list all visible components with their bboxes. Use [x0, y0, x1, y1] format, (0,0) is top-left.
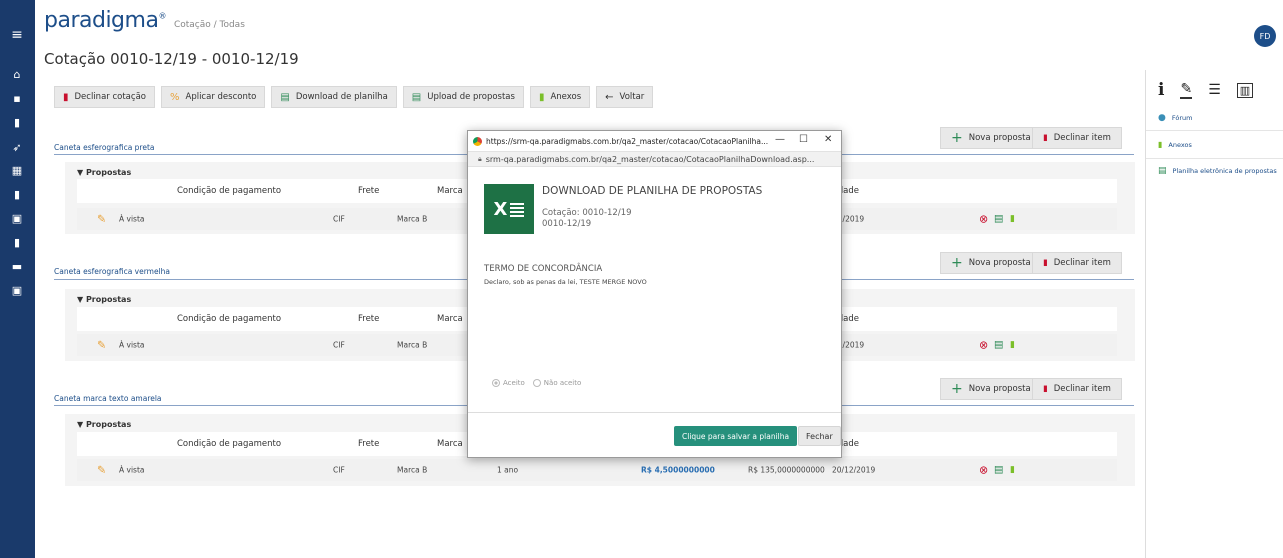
trash-icon: ▮	[1043, 258, 1048, 268]
spreadsheet-icon: ▤	[280, 91, 290, 103]
list-icon[interactable]: ☰	[1208, 82, 1221, 98]
phone-icon[interactable]: ▮	[8, 186, 26, 202]
proposals-toggle[interactable]: ▼ Propostas	[77, 420, 131, 429]
address-bar[interactable]: 🔒︎ srm-qa.paradigmabs.com.br/qa2_master/…	[468, 151, 841, 167]
left-nav: ≡ ⌂ ▪ ▮ ➶ ▦ ▮ ▣ ▮ ▬ ▣	[0, 0, 35, 558]
paperclip-icon[interactable]: ▮	[1010, 340, 1015, 350]
card-icon[interactable]: ▬	[8, 258, 26, 274]
item-title[interactable]: Caneta esferografica vermelha	[54, 267, 170, 276]
back-button[interactable]: ← Voltar	[596, 86, 654, 108]
cancel-icon[interactable]: ⊗	[979, 464, 988, 477]
toolbar: ▮ Declinar cotação % Aplicar desconto ▤ Dow…	[54, 86, 654, 108]
wrench-icon[interactable]: ✎	[1180, 81, 1193, 99]
paperclip-icon[interactable]: ▮	[1010, 465, 1015, 475]
lock-icon: 🔒︎	[478, 154, 482, 163]
cancel-icon[interactable]: ⊗	[979, 213, 988, 226]
proposals-toggle[interactable]: ▼ Propostas	[77, 295, 131, 304]
popup-body: X DOWNLOAD DE PLANILHA DE PROPOSTAS Cota…	[468, 168, 841, 412]
breadcrumb[interactable]: Cotação / Todas	[174, 20, 245, 30]
popup-footer: Clique para salvar a planilha Fechar	[468, 412, 841, 457]
menu-icon[interactable]: ≡	[8, 27, 26, 43]
upload-proposals-button[interactable]: ▤ Upload de propostas	[402, 86, 524, 108]
new-proposal-button[interactable]: + Nova proposta	[940, 127, 1042, 149]
download-popup-window: https://srm-qa.paradigmabs.com.br/qa2_ma…	[467, 130, 842, 458]
edit-icon[interactable]: ✎	[97, 339, 106, 352]
not-accept-radio[interactable]: Não aceito	[532, 379, 581, 387]
window-titlebar: https://srm-qa.paradigmabs.com.br/qa2_ma…	[468, 131, 841, 151]
spreadsheet-icon: ▤	[1158, 166, 1167, 176]
excel-icon: X	[484, 184, 534, 234]
avatar[interactable]: FD	[1254, 25, 1276, 47]
plus-icon: +	[951, 255, 963, 271]
radio-empty-icon	[532, 379, 541, 387]
trash-icon: ▮	[1043, 384, 1048, 394]
logo[interactable]: paradigma®	[44, 8, 166, 33]
chat-icon: ●	[1158, 113, 1166, 123]
grid-icon[interactable]: ▦	[8, 162, 26, 178]
accept-radio[interactable]: Aceito	[492, 379, 525, 387]
download-spreadsheet-button[interactable]: ▤ Download de planilha	[271, 86, 397, 108]
new-proposal-button[interactable]: + Nova proposta	[940, 252, 1042, 274]
right-panel: i ✎ ☰ ▥ ● Fórum ▮ Anexos ▤ Planilha eletrôn…	[1145, 70, 1283, 558]
edit-icon[interactable]: ✎	[97, 464, 106, 477]
minimize-button[interactable]: —	[775, 134, 785, 145]
paperclip-icon: ▮	[538, 91, 545, 103]
decline-quote-button[interactable]: ▮ Declinar cotação	[54, 86, 155, 108]
calculator-icon[interactable]: ▣	[8, 210, 26, 226]
gavel-icon[interactable]: ➶	[8, 139, 26, 155]
popup-heading: DOWNLOAD DE PLANILHA DE PROPOSTAS	[542, 185, 763, 197]
percent-icon: %	[169, 91, 180, 103]
quote-number: Cotação: 0010-12/19	[542, 208, 632, 218]
document-icon[interactable]: ▮	[8, 114, 26, 130]
spreadsheet-icon[interactable]: ▤	[994, 465, 1003, 476]
page-title: Cotação 0010-12/19 - 0010-12/19	[44, 50, 299, 68]
attachments-button[interactable]: ▮ Anexos	[529, 86, 591, 108]
item-title[interactable]: Caneta marca texto amarela	[54, 394, 162, 403]
chart-icon[interactable]: ▥	[1236, 82, 1254, 98]
brand: paradigma® Cotação / Todas	[44, 8, 245, 33]
arrow-left-icon: ←	[605, 91, 614, 103]
divider	[1146, 130, 1283, 131]
report-icon[interactable]: ▮	[8, 234, 26, 250]
quote-code: 0010-12/19	[542, 219, 592, 229]
message-icon[interactable]: ▪	[8, 90, 26, 106]
apply-discount-button[interactable]: % Aplicar desconto	[160, 86, 266, 108]
spreadsheet-link[interactable]: ▤ Planilha eletrônica de propostas	[1158, 166, 1277, 176]
browser-icon	[473, 136, 482, 146]
close-button[interactable]: Fechar	[798, 426, 841, 446]
divider	[1146, 158, 1283, 159]
terms-declaration: Declaro, sob as penas da lei, TESTE MERG…	[484, 278, 647, 286]
info-icon[interactable]: i	[1158, 80, 1164, 100]
home-icon[interactable]: ⌂	[8, 66, 26, 82]
spreadsheet-icon[interactable]: ▤	[994, 214, 1003, 225]
settings-icon[interactable]: ▣	[8, 282, 26, 298]
decline-item-button[interactable]: ▮ Declinar item	[1032, 378, 1122, 400]
decline-item-button[interactable]: ▮ Declinar item	[1032, 252, 1122, 274]
save-spreadsheet-button[interactable]: Clique para salvar a planilha	[674, 426, 798, 446]
trash-icon: ▮	[63, 91, 69, 103]
decline-item-button[interactable]: ▮ Declinar item	[1032, 127, 1122, 149]
radio-selected-icon	[492, 379, 500, 387]
close-window-button[interactable]: ✕	[824, 134, 832, 145]
attachments-link[interactable]: ▮ Anexos	[1158, 140, 1192, 149]
plus-icon: +	[951, 381, 963, 397]
paperclip-icon[interactable]: ▮	[1010, 214, 1015, 224]
cancel-icon[interactable]: ⊗	[979, 339, 988, 352]
terms-title: TERMO DE CONCORDÂNCIA	[484, 264, 603, 274]
acceptance-radios: Aceito Não aceito	[492, 379, 581, 387]
item-title[interactable]: Caneta esferografica preta	[54, 143, 155, 152]
forum-link[interactable]: ● Fórum	[1158, 113, 1192, 123]
spreadsheet-icon: ▤	[411, 91, 422, 103]
maximize-button[interactable]: ☐	[799, 134, 808, 145]
edit-icon[interactable]: ✎	[97, 213, 106, 226]
proposals-toggle[interactable]: ▼ Propostas	[77, 168, 131, 177]
right-panel-tabs: i ✎ ☰ ▥	[1158, 80, 1254, 100]
spreadsheet-icon[interactable]: ▤	[994, 340, 1003, 351]
trash-icon: ▮	[1043, 133, 1048, 143]
plus-icon: +	[951, 130, 963, 146]
table-row: ✎ À vista CIF Marca B 1 ano R$ 4,5000000…	[77, 459, 1117, 481]
paperclip-icon: ▮	[1158, 140, 1163, 149]
new-proposal-button[interactable]: + Nova proposta	[940, 378, 1042, 400]
